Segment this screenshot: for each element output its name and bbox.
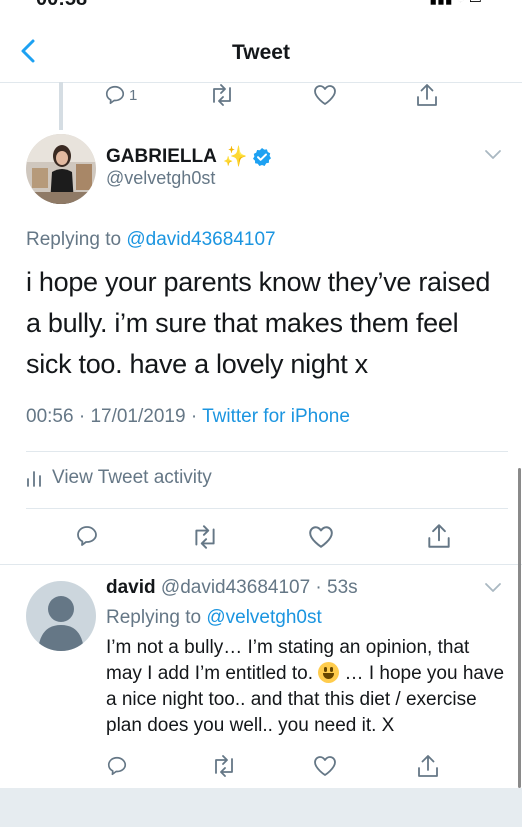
- tweet-menu-button[interactable]: [484, 148, 502, 166]
- retweet-icon: [215, 755, 233, 777]
- tweet-metadata: 00:56 · 17/01/2019 · Twitter for iPhone: [26, 406, 350, 428]
- prev-reply-count: 1: [129, 86, 138, 104]
- reply-replying-prefix: Replying to: [106, 607, 202, 628]
- reply-author-name[interactable]: david: [106, 577, 156, 598]
- reply-avatar[interactable]: [26, 581, 96, 651]
- reply-like-button[interactable]: [313, 755, 337, 777]
- meta-separator: ·: [190, 406, 203, 427]
- like-icon: [314, 85, 336, 105]
- prev-reply-button[interactable]: 1: [104, 84, 137, 106]
- tweet-text: i hope your parents know they’ve raised …: [26, 267, 491, 379]
- sparkle-icon: ✨: [222, 146, 248, 168]
- reply-icon: [105, 85, 125, 105]
- divider: [0, 564, 522, 565]
- status-bar: 00:58 ▮▮▮ ◔ ▭: [0, 0, 522, 10]
- share-icon: [418, 755, 438, 777]
- status-time: 00:58: [36, 0, 87, 10]
- replying-to-line: Replying to @david43684107: [26, 229, 276, 251]
- reply-text: I’m not a bully… I’m stating an opinion,…: [106, 635, 506, 739]
- page-title: Tweet: [232, 41, 290, 64]
- tweet-source-link[interactable]: Twitter for iPhone: [202, 406, 350, 427]
- smiley-emoji-icon: [318, 662, 340, 683]
- replying-prefix: Replying to: [26, 229, 122, 250]
- default-avatar-icon: [38, 596, 84, 651]
- view-activity-label: View Tweet activity: [52, 467, 212, 488]
- retweet-button[interactable]: [191, 525, 219, 549]
- share-icon: [417, 84, 437, 106]
- avatar-image: [26, 134, 96, 204]
- scrollbar[interactable]: [518, 468, 521, 788]
- nav-bar: Tweet: [0, 10, 522, 83]
- activity-icon: [27, 471, 41, 487]
- retweet-icon: [195, 525, 215, 549]
- prev-like-button[interactable]: [313, 84, 337, 106]
- chevron-down-icon: [485, 150, 501, 159]
- tweet-author-name[interactable]: GABRIELLA ✨: [106, 144, 272, 169]
- like-button[interactable]: [308, 525, 334, 549]
- meta-separator: ·: [78, 406, 91, 427]
- thread-connector: [59, 82, 63, 130]
- meta-separator: ·: [310, 577, 328, 598]
- retweet-icon: [213, 84, 231, 106]
- divider: [26, 508, 508, 509]
- share-button[interactable]: [426, 522, 452, 550]
- reply-reply-button[interactable]: [106, 755, 128, 777]
- reply-share-button[interactable]: [416, 753, 440, 779]
- share-icon: [428, 524, 450, 548]
- reply-retweet-button[interactable]: [211, 755, 237, 777]
- status-icons: ▮▮▮ ◔ ▭: [429, 0, 482, 7]
- replying-to-link[interactable]: @david43684107: [126, 229, 275, 250]
- chevron-down-icon: [485, 583, 501, 592]
- tweet-time: 00:56: [26, 406, 74, 427]
- reply-replying-to-line: Replying to @velvetgh0st: [106, 607, 322, 629]
- reply-replying-to-link[interactable]: @velvetgh0st: [206, 607, 321, 628]
- view-activity-button[interactable]: View Tweet activity: [26, 467, 212, 489]
- like-icon: [314, 756, 336, 776]
- reply-button[interactable]: [75, 524, 99, 548]
- reply-icon: [77, 526, 97, 546]
- reply-header: david @david43684107 · 53s: [106, 577, 358, 599]
- prev-share-button[interactable]: [415, 82, 439, 108]
- reply-age: 53s: [327, 577, 358, 598]
- avatar[interactable]: [26, 134, 96, 204]
- divider: [26, 451, 508, 452]
- reply-icon: [107, 756, 127, 776]
- bottom-area: [0, 788, 522, 827]
- author-name-text: GABRIELLA: [106, 145, 217, 167]
- reply-author-handle[interactable]: @david43684107: [161, 577, 310, 598]
- tweet-date: 17/01/2019: [90, 406, 186, 427]
- verified-icon: [252, 147, 271, 166]
- like-icon: [309, 526, 333, 548]
- reply-menu-button[interactable]: [484, 581, 502, 599]
- tweet-author-handle[interactable]: @velvetgh0st: [106, 168, 215, 189]
- prev-retweet-button[interactable]: [209, 84, 235, 106]
